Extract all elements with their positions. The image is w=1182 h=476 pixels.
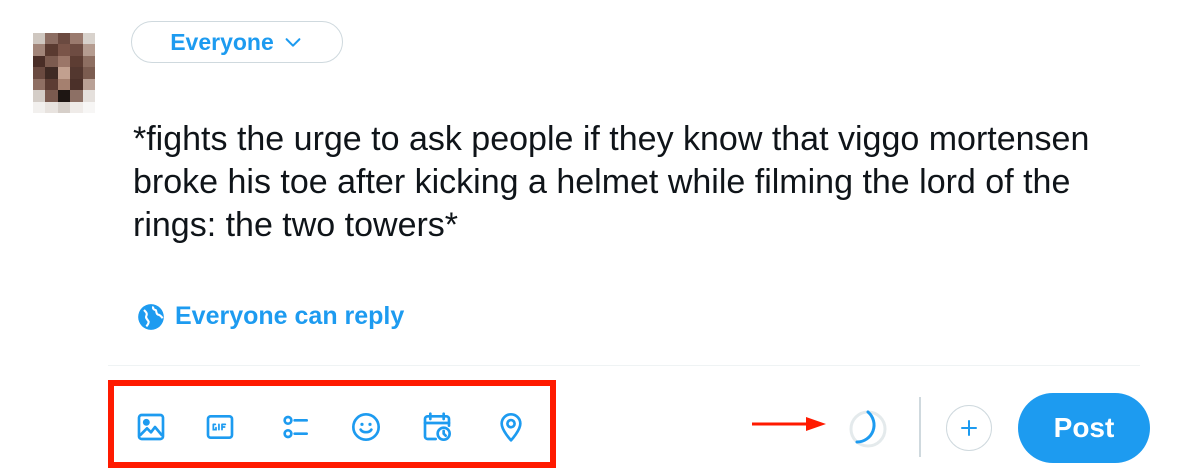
location-icon [500,413,522,442]
post-button[interactable]: Post [1018,393,1150,463]
tweet-text-input[interactable]: *fights the urge to ask people if they k… [133,118,1123,247]
schedule-icon [423,412,451,441]
image-icon [137,413,165,441]
reply-setting-label: Everyone can reply [175,302,405,330]
gif-icon [206,415,234,439]
divider [108,365,1140,366]
emoji-button[interactable] [346,407,386,447]
character-progress-ring [849,410,887,448]
emoji-icon [352,413,380,441]
poll-button[interactable] [276,407,316,447]
reply-setting-button[interactable]: Everyone can reply [137,302,404,331]
audience-selector-button[interactable]: Everyone [131,21,343,63]
media-button[interactable] [131,407,171,447]
chevron-down-icon [285,38,301,47]
plus-icon [961,420,977,436]
gif-button[interactable] [200,407,240,447]
add-post-button[interactable] [946,405,992,451]
location-button[interactable] [491,407,531,447]
audience-label: Everyone [170,28,274,55]
poll-icon [283,415,308,439]
schedule-button[interactable] [417,407,457,447]
avatar[interactable] [33,33,95,113]
toolbar-separator [919,397,921,457]
globe-icon [138,303,164,330]
toolbar-highlight-box [108,380,556,468]
red-arrow-annotation [752,417,826,431]
